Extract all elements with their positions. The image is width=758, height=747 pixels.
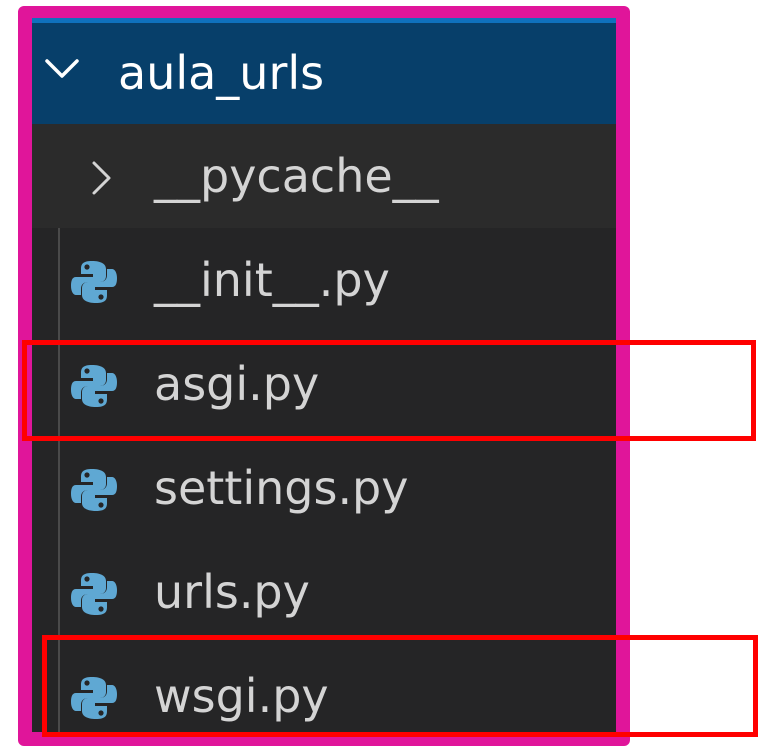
tree-item-wsgi-py[interactable]: wsgi.py bbox=[32, 644, 616, 732]
folder-label: aula_urls bbox=[118, 46, 325, 100]
tree-item-urls-py[interactable]: urls.py bbox=[32, 540, 616, 644]
python-icon bbox=[71, 677, 117, 719]
python-icon bbox=[71, 573, 117, 615]
tree-item-init-py[interactable]: __init__.py bbox=[32, 228, 616, 332]
tree-item-label: wsgi.py bbox=[154, 669, 329, 723]
chevron-right-icon bbox=[92, 161, 111, 195]
python-icon bbox=[71, 469, 117, 511]
explorer-outline-frame: aula_urls __pycache__ __init__.py asgi.p… bbox=[18, 6, 630, 746]
tree-item-label: __init__.py bbox=[154, 253, 390, 307]
tree-item-pycache[interactable]: __pycache__ bbox=[32, 124, 616, 228]
folder-aula-urls[interactable]: aula_urls bbox=[32, 18, 616, 124]
python-icon bbox=[71, 365, 117, 407]
tree-item-asgi-py[interactable]: asgi.py bbox=[32, 332, 616, 436]
tree-item-settings-py[interactable]: settings.py bbox=[32, 436, 616, 540]
tree-item-label: settings.py bbox=[154, 461, 409, 515]
tree-item-label: __pycache__ bbox=[154, 149, 439, 203]
file-explorer-panel: aula_urls __pycache__ __init__.py asgi.p… bbox=[32, 18, 616, 732]
tree-item-label: urls.py bbox=[154, 565, 310, 619]
chevron-down-icon bbox=[45, 59, 79, 78]
tree-item-label: asgi.py bbox=[154, 357, 320, 411]
python-icon bbox=[71, 261, 117, 303]
